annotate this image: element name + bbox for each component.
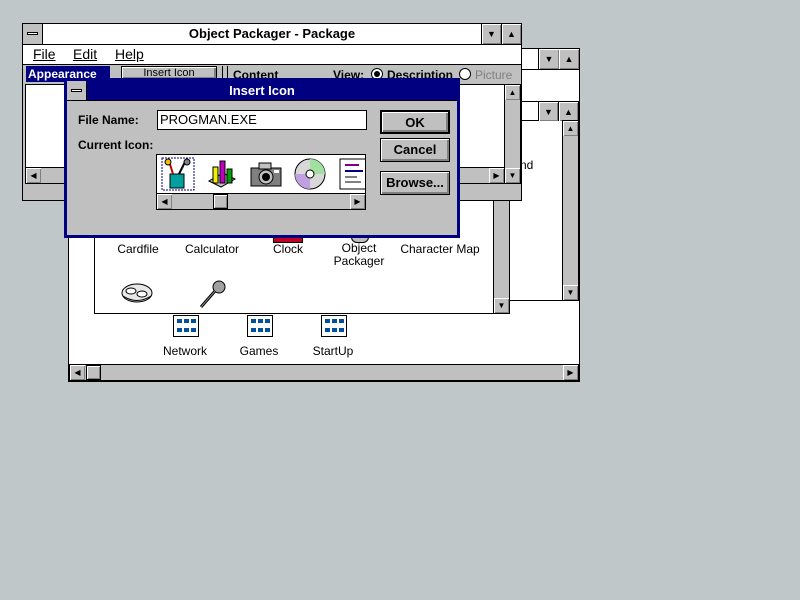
clock-label[interactable]: Clock [255, 242, 321, 256]
file-name-label: File Name: [78, 113, 139, 127]
minimize-button[interactable]: ▼ [481, 24, 501, 44]
menu-help[interactable]: Help [115, 45, 144, 64]
partial-icon-label: nd [520, 158, 534, 172]
tools-icon[interactable] [161, 157, 195, 191]
current-icon-label: Current Icon: [78, 138, 154, 152]
network-group-label[interactable]: Network [159, 344, 211, 358]
group-maximize-button[interactable]: ▲ [558, 102, 578, 121]
minimize-button[interactable]: ▼ [538, 49, 559, 69]
browse-button[interactable]: Browse... [380, 171, 450, 195]
cd-icon[interactable] [293, 157, 327, 191]
menu-bar: File Edit Help [23, 45, 521, 65]
scroll-down-arrow[interactable]: ▼ [494, 298, 509, 313]
content-vertical-scrollbar[interactable]: ▲ ▼ [504, 84, 521, 184]
scroll-thumb[interactable] [86, 365, 101, 380]
scroll-up-arrow[interactable]: ▲ [563, 121, 578, 136]
scroll-right-arrow[interactable]: ▶ [350, 194, 365, 209]
menu-file[interactable]: File [33, 45, 56, 64]
startup-group-label[interactable]: StartUp [307, 344, 359, 358]
icon-list-scrollbar[interactable]: ◀ ▶ [157, 193, 365, 209]
object-packager-titlebar[interactable]: Object Packager - Package [23, 24, 521, 45]
calculator-label[interactable]: Calculator [179, 242, 245, 256]
insert-icon-dialog: Insert Icon File Name: PROGMAN.EXE Curre… [64, 78, 460, 238]
scroll-down-arrow[interactable]: ▼ [563, 285, 578, 300]
cardfile-label[interactable]: Cardfile [105, 242, 171, 256]
scroll-left-arrow[interactable]: ◀ [157, 194, 172, 209]
accessories-vertical-scrollbar[interactable]: ▼ [493, 196, 510, 314]
network-group-icon[interactable] [173, 315, 199, 337]
scroll-right-arrow[interactable]: ▶ [489, 168, 504, 183]
scroll-left-arrow[interactable]: ◀ [26, 168, 41, 183]
scroll-right-arrow[interactable]: ▶ [563, 365, 578, 380]
ok-button[interactable]: OK [380, 110, 450, 134]
cancel-button[interactable]: Cancel [380, 138, 450, 162]
program-manager-horizontal-scrollbar[interactable]: ◀ ▶ [69, 364, 579, 381]
charts-icon[interactable] [205, 157, 239, 191]
icon-list[interactable]: ◀ ▶ [156, 154, 366, 210]
insert-icon-title: Insert Icon [229, 83, 295, 98]
camera-icon[interactable] [249, 159, 283, 189]
games-group-icon[interactable] [247, 315, 273, 337]
media-player-icon[interactable] [119, 279, 155, 307]
group-vertical-scrollbar[interactable]: ▲ ▼ [562, 120, 579, 301]
character-map-label[interactable]: Character Map [397, 242, 483, 256]
object-packager-label[interactable]: Object Packager [331, 242, 387, 268]
view-picture-radio[interactable] [459, 68, 471, 80]
sound-recorder-icon[interactable] [195, 279, 229, 309]
games-group-label[interactable]: Games [233, 344, 285, 358]
document-icon[interactable] [337, 157, 366, 191]
scroll-down-arrow[interactable]: ▼ [505, 168, 520, 183]
scroll-thumb[interactable] [213, 194, 228, 209]
insert-icon-titlebar[interactable]: Insert Icon [67, 81, 457, 101]
object-packager-title: Object Packager - Package [188, 26, 356, 41]
maximize-button[interactable]: ▲ [558, 49, 579, 69]
group-minimize-button[interactable]: ▼ [538, 102, 558, 121]
view-picture-label[interactable]: Picture [475, 68, 512, 82]
menu-edit[interactable]: Edit [73, 45, 97, 64]
maximize-button[interactable]: ▲ [501, 24, 521, 44]
startup-group-icon[interactable] [321, 315, 347, 337]
scroll-left-arrow[interactable]: ◀ [70, 365, 85, 380]
scroll-up-arrow[interactable]: ▲ [505, 85, 520, 100]
dialog-system-menu-button[interactable] [67, 81, 87, 100]
file-name-input[interactable]: PROGMAN.EXE [157, 110, 367, 130]
system-menu-button[interactable] [23, 24, 43, 44]
